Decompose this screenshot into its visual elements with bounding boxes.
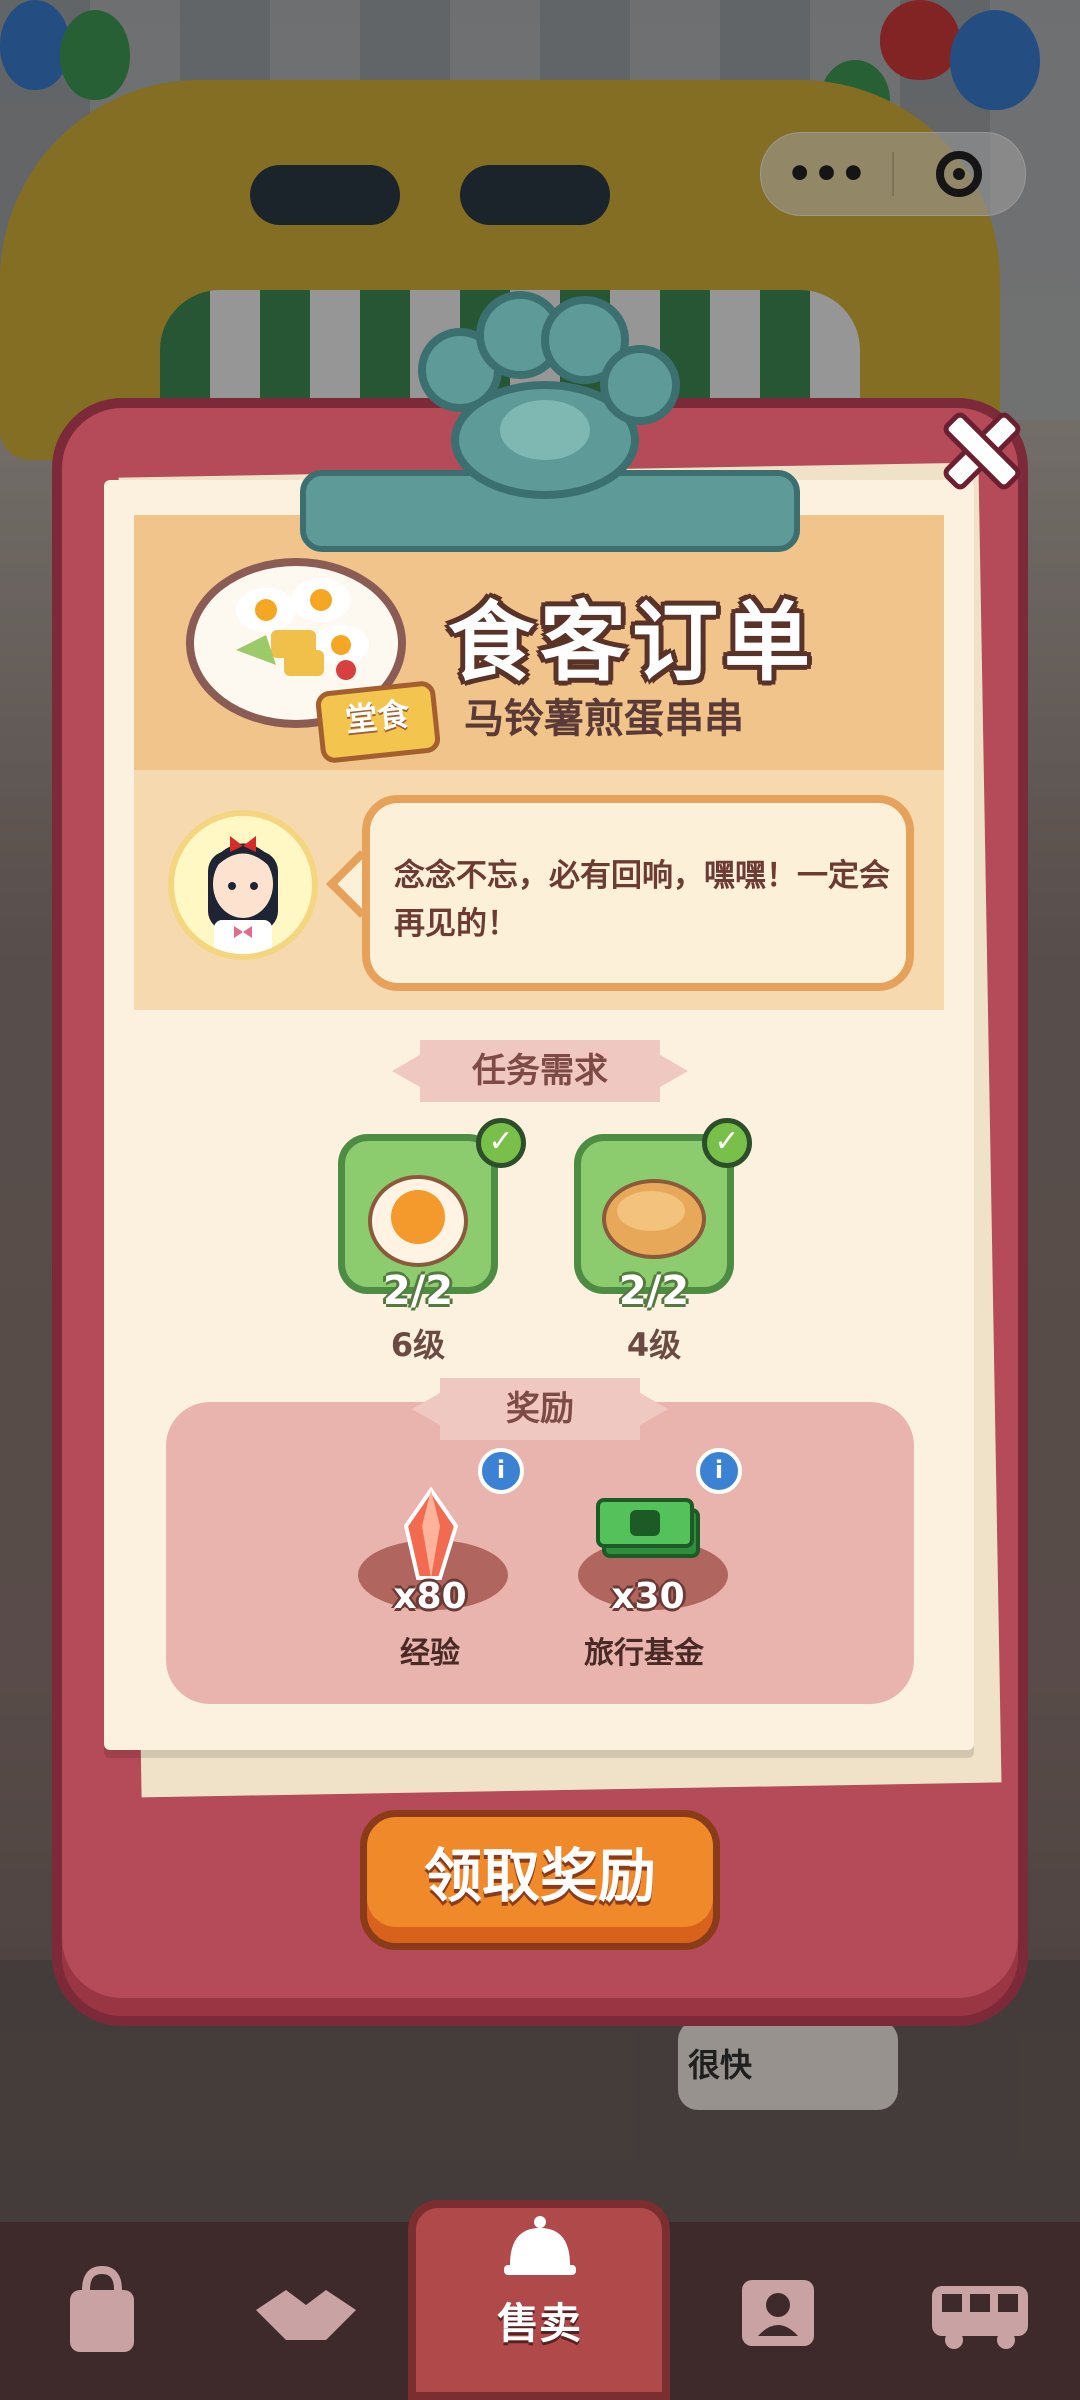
nav-item-sell-label: 售卖: [496, 2299, 581, 2348]
requirement-level: 4级: [626, 1326, 682, 1364]
reward-count: x80: [393, 1576, 467, 1617]
requirements-ribbon: 任务需求: [420, 1040, 660, 1102]
fried-egg-skewer-icon: [236, 578, 369, 680]
girl-portrait-icon: [208, 836, 278, 954]
info-icon[interactable]: i: [696, 1448, 742, 1494]
claim-reward-button[interactable]: 领取奖励: [360, 1810, 720, 1950]
customer-avatar: [168, 810, 318, 960]
money-stack-icon: [596, 1498, 700, 1558]
dine-in-tag: 堂食: [314, 679, 442, 765]
boiled-egg-icon: [368, 1175, 468, 1267]
handshake-icon[interactable]: [246, 2250, 366, 2370]
paw-clip-icon: [418, 291, 680, 499]
requirement-count: 2/2: [618, 1268, 690, 1314]
crystal-icon: [403, 1486, 459, 1580]
close-x-icon[interactable]: [932, 402, 1020, 490]
reward-label: 旅行基金: [584, 1636, 704, 1671]
reward-panel: [166, 1402, 914, 1704]
reward-count: x30: [611, 1576, 685, 1617]
requirement-count: 2/2: [382, 1268, 454, 1314]
bus-icon[interactable]: [920, 2250, 1040, 2370]
bag-icon[interactable]: [42, 2250, 162, 2370]
check-icon: ✓: [476, 1118, 526, 1168]
reward-label: 经验: [400, 1636, 460, 1671]
requirement-level: 6级: [390, 1326, 446, 1364]
info-icon[interactable]: i: [478, 1448, 524, 1494]
order-title: 食客订单: [448, 593, 816, 693]
dish-name: 马铃薯煎蛋串串: [464, 696, 744, 742]
contact-card-icon[interactable]: [718, 2250, 838, 2370]
customer-speech: 念念不忘，必有回响，嘿嘿！一定会再见的！: [394, 858, 890, 942]
service-bell-icon: [504, 2216, 576, 2275]
rewards-ribbon: 奖励: [440, 1378, 640, 1440]
check-icon: ✓: [702, 1118, 752, 1168]
bread-bun-icon: [602, 1179, 706, 1259]
